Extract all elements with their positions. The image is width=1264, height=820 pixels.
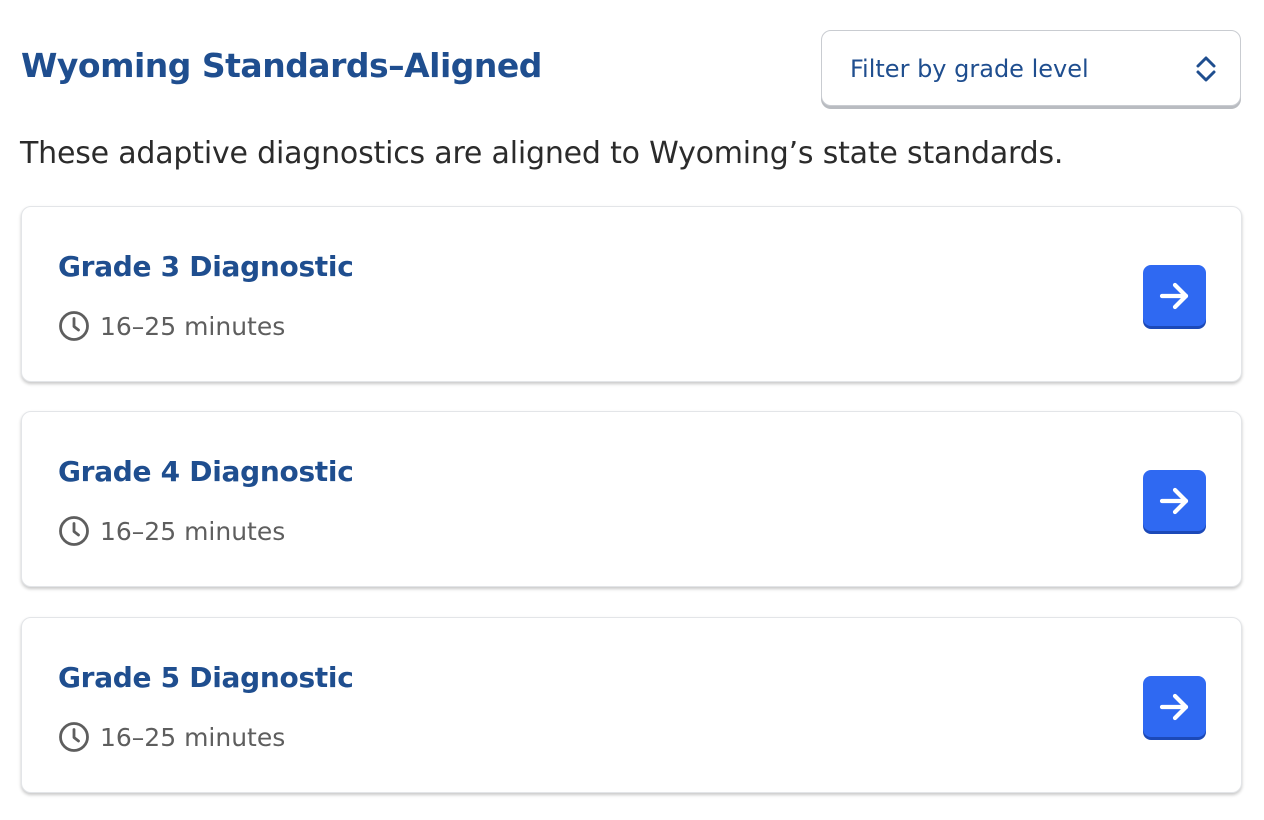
updown-chevron-icon xyxy=(1196,56,1216,82)
arrow-right-icon xyxy=(1159,282,1188,309)
open-grade-5-button[interactable] xyxy=(1143,676,1206,737)
card-title: Grade 5 Diagnostic xyxy=(58,661,354,694)
card-title: Grade 3 Diagnostic xyxy=(58,250,354,283)
card-duration-row: 16–25 minutes xyxy=(58,309,285,343)
card-duration: 16–25 minutes xyxy=(100,516,286,546)
card-duration-row: 16–25 minutes xyxy=(58,514,285,548)
card-duration: 16–25 minutes xyxy=(100,722,286,752)
card-title: Grade 4 Diagnostic xyxy=(58,455,354,488)
page-title: Wyoming Standards–Aligned xyxy=(21,46,542,85)
grade-level-filter-select[interactable]: Filter by grade level xyxy=(821,30,1241,106)
diagnostic-card-grade-5[interactable]: Grade 5 Diagnostic 16–25 minutes xyxy=(21,617,1242,793)
clock-icon xyxy=(59,311,89,341)
clock-icon xyxy=(59,722,89,752)
open-grade-4-button[interactable] xyxy=(1143,470,1206,531)
arrow-right-icon xyxy=(1159,693,1188,720)
intro-text: These adaptive diagnostics are aligned t… xyxy=(20,136,1064,171)
diagnostic-card-grade-3[interactable]: Grade 3 Diagnostic 16–25 minutes xyxy=(21,206,1242,382)
clock-icon xyxy=(59,516,89,546)
diagnostic-card-grade-4[interactable]: Grade 4 Diagnostic 16–25 minutes xyxy=(21,411,1242,587)
arrow-right-icon xyxy=(1159,487,1188,514)
card-duration: 16–25 minutes xyxy=(100,311,286,341)
filter-label: Filter by grade level xyxy=(850,55,1089,83)
open-grade-3-button[interactable] xyxy=(1143,265,1206,326)
card-duration-row: 16–25 minutes xyxy=(58,720,285,754)
